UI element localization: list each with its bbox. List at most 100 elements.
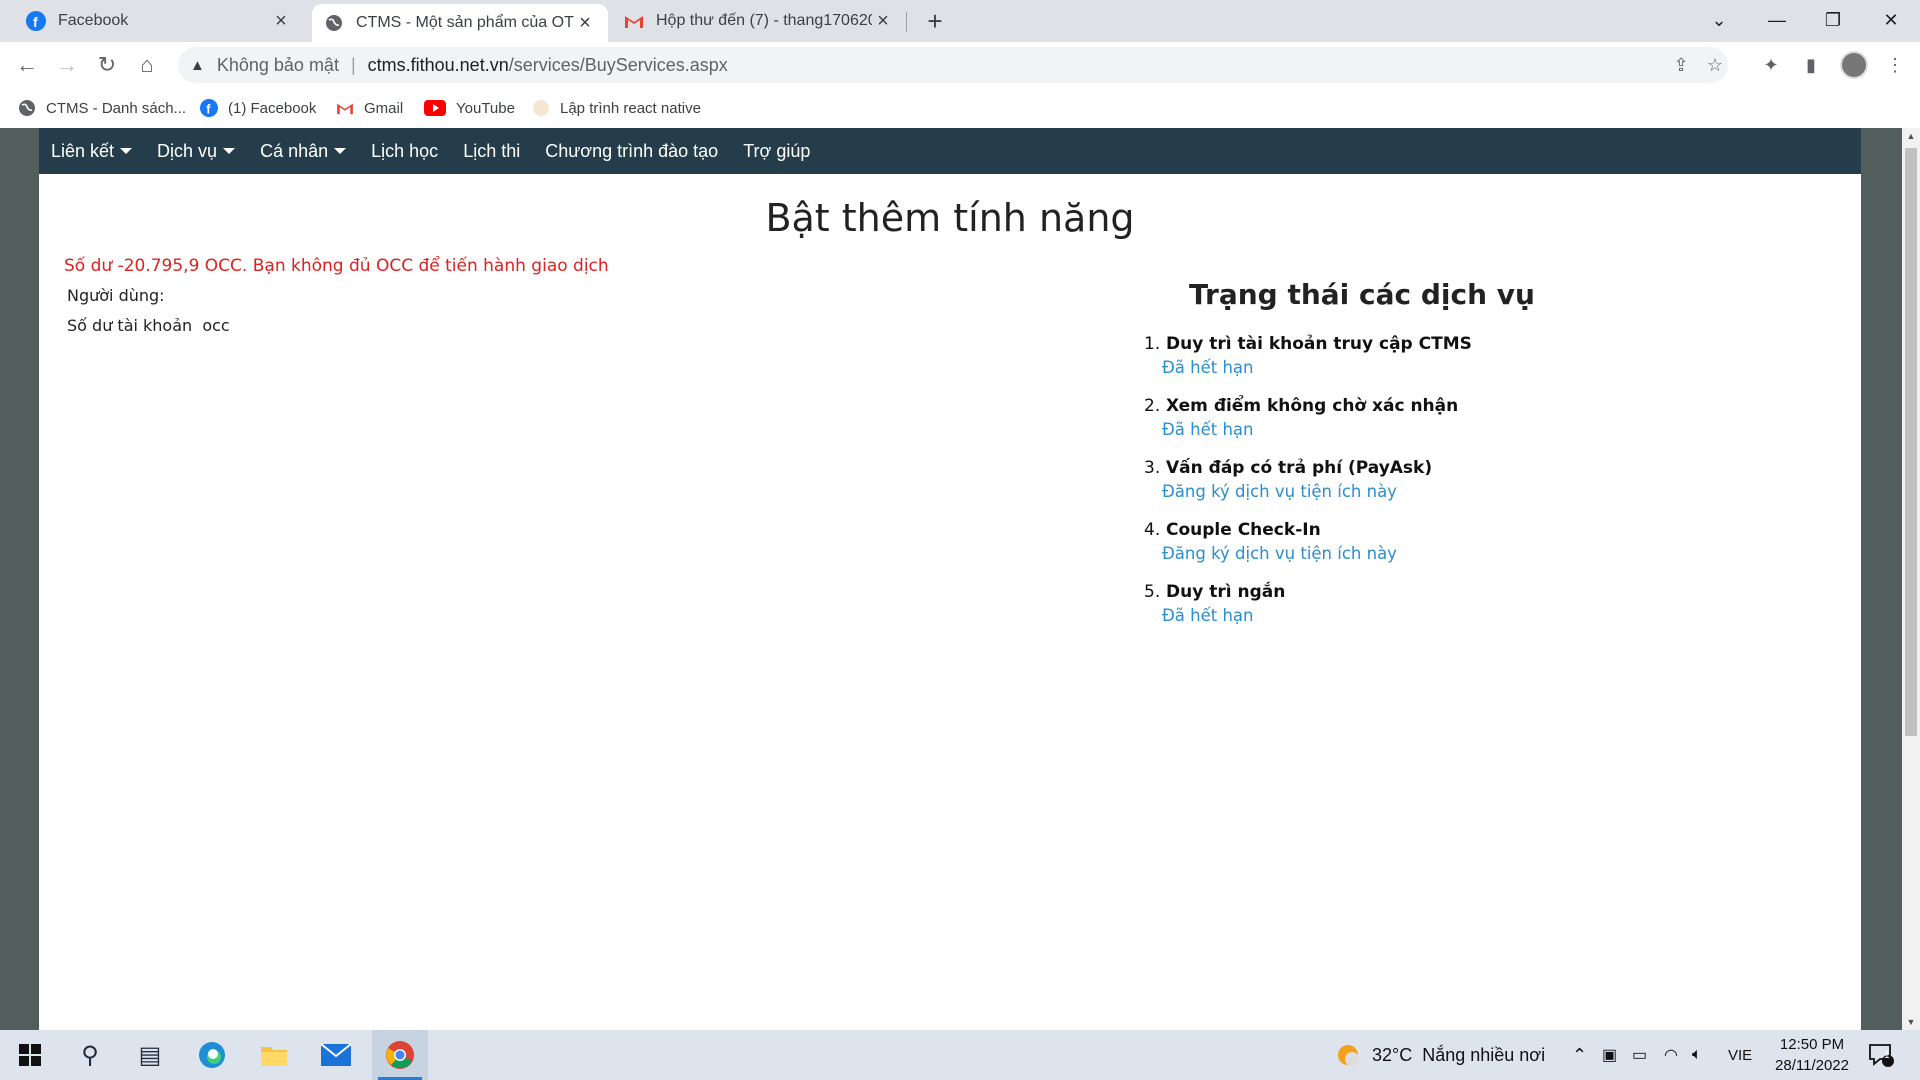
minimize-icon[interactable]: —	[1754, 0, 1800, 40]
nav-label: Lịch học	[371, 140, 439, 161]
service-name: Duy trì tài khoản truy cập CTMS	[1166, 334, 1472, 354]
globe-icon	[18, 99, 36, 117]
tab-title: Facebook	[58, 12, 129, 29]
file-explorer-icon[interactable]	[246, 1030, 302, 1080]
bookmark-react-native[interactable]: Lập trình react native	[532, 96, 701, 120]
weather-text: 32°C Nắng nhiều nơi	[1372, 1044, 1546, 1065]
globe-icon	[324, 13, 344, 33]
service-register-link[interactable]: Đăng ký dịch vụ tiện ích này	[1162, 544, 1744, 563]
nav-ca-nhan[interactable]: Cá nhân	[260, 140, 347, 162]
balance-label: Số dư tài khoản occ	[67, 316, 230, 335]
close-tab-icon[interactable]: ×	[872, 10, 894, 32]
wifi-icon[interactable]: ◠	[1664, 1030, 1678, 1080]
new-tab-button[interactable]: +	[920, 6, 950, 36]
service-status-link[interactable]: Đã hết hạn	[1162, 606, 1744, 625]
nav-lich-hoc[interactable]: Lịch học	[371, 141, 438, 162]
search-icon[interactable]: ⚲	[62, 1030, 118, 1080]
gmail-icon	[624, 11, 644, 31]
tab-facebook[interactable]: f Facebook ×	[14, 0, 304, 42]
bookmark-label: (1) Facebook	[228, 99, 317, 117]
security-label: Không bảo mật	[216, 54, 339, 75]
nav-lich-thi[interactable]: Lịch thi	[463, 141, 520, 162]
menu-icon[interactable]: ⋮	[1880, 50, 1910, 80]
service-item: 1. Duy trì tài khoản truy cập CTMS Đã hết…	[1144, 334, 1744, 396]
notification-center-icon[interactable]: 1	[1868, 1030, 1894, 1080]
service-item: 2. Xem điểm không chờ xác nhận Đã hết hạn	[1144, 396, 1744, 458]
nav-dich-vu[interactable]: Dịch vụ	[157, 141, 236, 162]
tab-search-icon[interactable]: ⌄	[1696, 0, 1742, 40]
close-window-icon[interactable]: ✕	[1868, 0, 1914, 40]
weather-sun-icon	[1334, 1041, 1362, 1069]
battery-icon[interactable]: ▭	[1632, 1030, 1647, 1080]
bookmark-ctms[interactable]: CTMS - Danh sách...	[18, 96, 186, 120]
address-bar[interactable]: ▲ Không bảo mật | ctms.fithou.net.vn /se…	[178, 47, 1728, 83]
share-icon[interactable]: ⇪	[1666, 47, 1696, 83]
volume-icon[interactable]: 🔈︎	[1692, 1030, 1702, 1080]
nav-lien-ket[interactable]: Liên kết	[51, 140, 133, 162]
tab-ctms[interactable]: CTMS - Một sản phẩm của OTSC ×	[312, 4, 608, 42]
forward-icon[interactable]: →	[52, 50, 82, 80]
page-title: Bật thêm tính năng	[765, 196, 1135, 240]
scroll-down-icon[interactable]: ▼	[1902, 1014, 1920, 1030]
scroll-up-icon[interactable]: ▲	[1902, 128, 1920, 144]
service-name: Duy trì ngắn	[1166, 582, 1286, 602]
bookmark-gmail[interactable]: Gmail	[336, 96, 403, 120]
service-number: 1.	[1144, 334, 1161, 354]
nav-chuong-trinh-dao-tao[interactable]: Chương trình đào tạo	[545, 141, 718, 162]
youtube-icon	[424, 99, 446, 117]
services-status-title: Trạng thái các dịch vụ	[1189, 278, 1535, 311]
page-scrollbar[interactable]: ▲ ▼	[1902, 128, 1920, 1030]
windows-start-icon[interactable]	[2, 1030, 58, 1080]
service-number: 3.	[1144, 458, 1161, 478]
service-status-link[interactable]: Đã hết hạn	[1162, 358, 1744, 377]
service-register-link[interactable]: Đăng ký dịch vụ tiện ích này	[1162, 482, 1744, 501]
balance-error-message: Số dư -20.795,9 OCC. Bạn không đủ OCC để…	[64, 256, 609, 276]
reload-icon[interactable]: ↻	[92, 50, 122, 80]
meet-now-icon[interactable]: ▣	[1602, 1030, 1617, 1080]
service-name-row: 3. Vấn đáp có trả phí (PayAsk)	[1144, 458, 1744, 478]
site-navbar: Liên kết Dịch vụ Cá nhân Lịch học Lịch t…	[39, 128, 1861, 174]
facebook-icon: f	[200, 99, 218, 117]
svg-text:f: f	[33, 14, 38, 30]
bookmark-label: CTMS - Danh sách...	[46, 99, 187, 117]
nav-tro-giup[interactable]: Trợ giúp	[743, 141, 810, 162]
page-viewport: Liên kết Dịch vụ Cá nhân Lịch học Lịch t…	[0, 128, 1920, 1030]
service-name: Vấn đáp có trả phí (PayAsk)	[1166, 458, 1433, 478]
bookmark-icon	[532, 99, 550, 117]
mail-icon[interactable]	[308, 1030, 364, 1080]
close-tab-icon[interactable]: ×	[574, 12, 596, 34]
nav-label: Chương trình đào tạo	[545, 140, 719, 161]
show-hidden-icons[interactable]: ⌃	[1572, 1030, 1587, 1080]
side-panel-icon[interactable]: ▮	[1796, 50, 1826, 80]
tab-title: Hộp thư đến (7) - thang1706200	[656, 12, 872, 29]
edge-icon[interactable]	[184, 1030, 240, 1080]
weather-widget[interactable]: 32°C Nắng nhiều nơi	[1334, 1030, 1545, 1080]
scrollbar-thumb[interactable]	[1905, 148, 1917, 736]
bookmark-facebook[interactable]: f (1) Facebook	[200, 96, 316, 120]
back-icon[interactable]: ←	[12, 50, 42, 80]
user-label: Người dùng:	[67, 286, 165, 305]
service-number: 2.	[1144, 396, 1161, 416]
close-tab-icon[interactable]: ×	[270, 10, 292, 32]
home-icon[interactable]: ⌂	[132, 50, 162, 80]
service-name: Couple Check-In	[1166, 520, 1321, 540]
nav-label: Liên kết	[51, 140, 115, 161]
task-view-icon[interactable]: ▤	[122, 1030, 178, 1080]
service-status-link[interactable]: Đã hết hạn	[1162, 420, 1744, 439]
nav-label: Cá nhân	[260, 140, 329, 161]
input-language[interactable]: VIE	[1728, 1030, 1752, 1080]
restore-icon[interactable]: ❐	[1810, 0, 1856, 40]
tab-title: CTMS - Một sản phẩm của OTSC	[356, 14, 574, 31]
gmail-icon	[336, 99, 354, 117]
profile-avatar[interactable]	[1840, 51, 1868, 79]
chrome-icon[interactable]	[372, 1030, 428, 1080]
bookmark-star-icon[interactable]: ☆	[1700, 47, 1730, 83]
extensions-icon[interactable]: ✦	[1756, 50, 1786, 80]
bookmark-youtube[interactable]: YouTube	[424, 96, 515, 120]
system-clock[interactable]: 12:50 PM 28/11/2022	[1764, 1034, 1860, 1076]
url-path: /services/BuyServices.aspx	[508, 54, 728, 75]
service-item: 3. Vấn đáp có trả phí (PayAsk) Đăng ký dị…	[1144, 458, 1744, 520]
tab-gmail[interactable]: Hộp thư đến (7) - thang1706200 ×	[612, 0, 906, 42]
caret-down-icon	[334, 148, 347, 154]
windows-taskbar: ⚲ ▤ 32°C Nắng nhiều nơi ⌃ ▣ ▭ ◠ 🔈︎ VIE 1…	[0, 1030, 1920, 1080]
